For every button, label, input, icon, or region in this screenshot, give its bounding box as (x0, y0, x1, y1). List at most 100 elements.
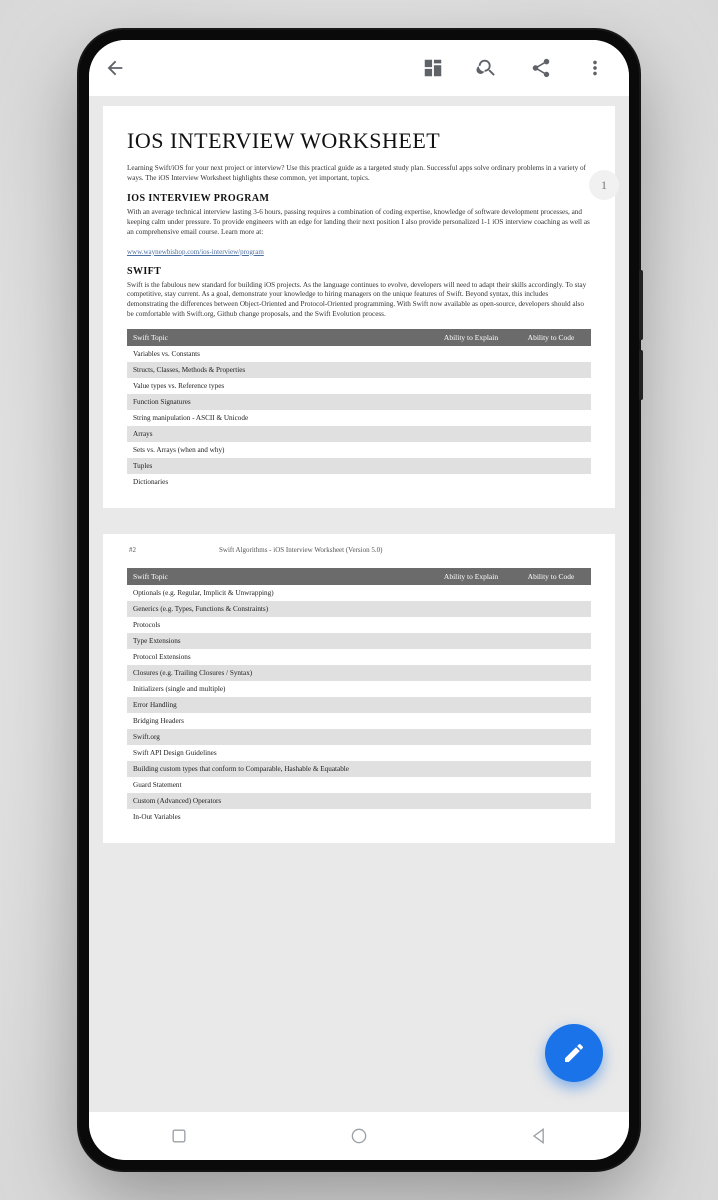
program-link[interactable]: www.waynewbishop.com/ios-interview/progr… (127, 248, 591, 256)
explain-cell (431, 410, 511, 426)
page-2: #2 Swift Algorithms - iOS Interview Work… (103, 534, 615, 843)
code-cell (511, 617, 591, 633)
topic-cell: Swift API Design Guidelines (127, 745, 431, 761)
table-row: Sets vs. Arrays (when and why) (127, 442, 591, 458)
col-explain: Ability to Explain (431, 568, 511, 585)
explain-cell (431, 729, 511, 745)
table-row: String manipulation - ASCII & Unicode (127, 410, 591, 426)
topic-cell: Custom (Advanced) Operators (127, 793, 431, 809)
code-cell (511, 601, 591, 617)
section-program-heading: IOS INTERVIEW PROGRAM (127, 193, 591, 204)
code-cell (511, 649, 591, 665)
swift-table-1: Swift Topic Ability to Explain Ability t… (127, 329, 591, 490)
table-row: Error Handling (127, 697, 591, 713)
code-cell (511, 442, 591, 458)
system-nav-bar (89, 1112, 629, 1160)
code-cell (511, 585, 591, 601)
more-vert-icon (584, 57, 606, 79)
explain-cell (431, 362, 511, 378)
explain-cell (431, 649, 511, 665)
pencil-icon (562, 1041, 586, 1065)
col-code: Ability to Code (511, 568, 591, 585)
nav-back[interactable] (509, 1120, 569, 1152)
table-row: Protocol Extensions (127, 649, 591, 665)
explain-cell (431, 697, 511, 713)
table-row: Optionals (e.g. Regular, Implicit & Unwr… (127, 585, 591, 601)
section-program-body: With an average technical interview last… (127, 208, 591, 237)
explain-cell (431, 601, 511, 617)
table-row: Generics (e.g. Types, Functions & Constr… (127, 601, 591, 617)
explain-cell (431, 681, 511, 697)
code-cell (511, 761, 591, 777)
phone-screen: 1 IOS INTERVIEW WORKSHEET Learning Swift… (89, 40, 629, 1160)
doc-title: IOS INTERVIEW WORKSHEET (127, 128, 591, 154)
code-cell (511, 346, 591, 362)
section-swift-heading: SWIFT (127, 266, 591, 277)
page-2-header: #2 Swift Algorithms - iOS Interview Work… (127, 546, 591, 554)
topic-cell: Building custom types that conform to Co… (127, 761, 431, 777)
nav-recents[interactable] (149, 1120, 209, 1152)
layout-button[interactable] (415, 50, 451, 86)
topic-cell: Value types vs. Reference types (127, 378, 431, 394)
explain-cell (431, 474, 511, 490)
table-row: Value types vs. Reference types (127, 378, 591, 394)
table-row: Guard Statement (127, 777, 591, 793)
table-row: Structs, Classes, Methods & Properties (127, 362, 591, 378)
search-icon (476, 57, 498, 79)
table-row: Dictionaries (127, 474, 591, 490)
col-topic: Swift Topic (127, 329, 431, 346)
topic-cell: Tuples (127, 458, 431, 474)
topic-cell: Protocol Extensions (127, 649, 431, 665)
share-icon (530, 57, 552, 79)
table-row: Protocols (127, 617, 591, 633)
more-button[interactable] (577, 50, 613, 86)
topic-cell: Arrays (127, 426, 431, 442)
back-button[interactable] (97, 50, 133, 86)
col-code: Ability to Code (511, 329, 591, 346)
layout-icon (422, 57, 444, 79)
power-button (639, 350, 643, 400)
nav-home[interactable] (329, 1120, 389, 1152)
table-row: Building custom types that conform to Co… (127, 761, 591, 777)
topic-cell: Function Signatures (127, 394, 431, 410)
code-cell (511, 793, 591, 809)
code-cell (511, 809, 591, 825)
col-explain: Ability to Explain (431, 329, 511, 346)
table-row: Type Extensions (127, 633, 591, 649)
explain-cell (431, 633, 511, 649)
section-swift-body: Swift is the fabulous new standard for b… (127, 281, 591, 320)
explain-cell (431, 713, 511, 729)
table-row: Initializers (single and multiple) (127, 681, 591, 697)
topic-cell: Generics (e.g. Types, Functions & Constr… (127, 601, 431, 617)
topic-cell: Bridging Headers (127, 713, 431, 729)
explain-cell (431, 442, 511, 458)
code-cell (511, 378, 591, 394)
share-button[interactable] (523, 50, 559, 86)
code-cell (511, 665, 591, 681)
explain-cell (431, 777, 511, 793)
code-cell (511, 474, 591, 490)
code-cell (511, 729, 591, 745)
search-button[interactable] (469, 50, 505, 86)
topic-cell: Sets vs. Arrays (when and why) (127, 442, 431, 458)
topic-cell: Swift.org (127, 729, 431, 745)
table-row: Swift.org (127, 729, 591, 745)
table-row: Custom (Advanced) Operators (127, 793, 591, 809)
edit-fab[interactable] (545, 1024, 603, 1082)
topic-cell: Guard Statement (127, 777, 431, 793)
explain-cell (431, 378, 511, 394)
explain-cell (431, 745, 511, 761)
explain-cell (431, 761, 511, 777)
code-cell (511, 394, 591, 410)
topic-cell: Optionals (e.g. Regular, Implicit & Unwr… (127, 585, 431, 601)
swift-table-2: Swift Topic Ability to Explain Ability t… (127, 568, 591, 825)
document-viewport[interactable]: 1 IOS INTERVIEW WORKSHEET Learning Swift… (89, 96, 629, 1112)
volume-button (639, 270, 643, 340)
topic-cell: In-Out Variables (127, 809, 431, 825)
topic-cell: Variables vs. Constants (127, 346, 431, 362)
table-row: In-Out Variables (127, 809, 591, 825)
arrow-left-icon (104, 57, 126, 79)
table-row: Variables vs. Constants (127, 346, 591, 362)
code-cell (511, 697, 591, 713)
table-row: Swift API Design Guidelines (127, 745, 591, 761)
